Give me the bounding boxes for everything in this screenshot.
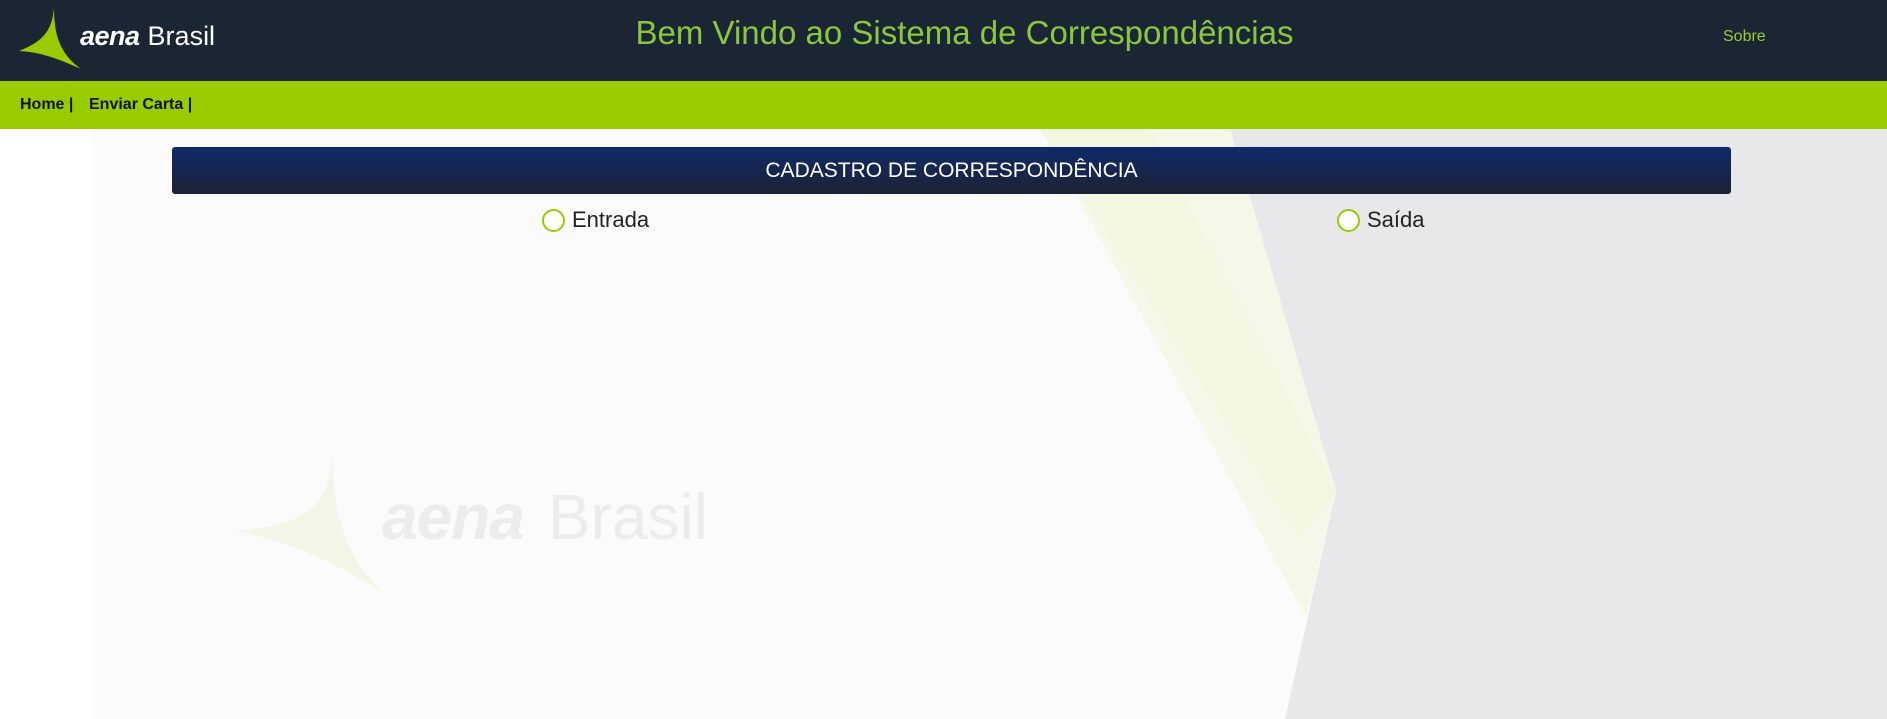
about-link[interactable]: Sobre: [1723, 28, 1766, 46]
radio-icon[interactable]: [542, 208, 565, 232]
background-decor: aena Brasil: [0, 129, 1887, 719]
page-title: Bem Vindo ao Sistema de Correspondências: [635, 14, 1294, 51]
radio-saida[interactable]: Saída: [1337, 207, 1425, 233]
top-header: aena Brasil Bem Vindo ao Sistema de Corre…: [0, 0, 1887, 81]
radio-saida-label: Saída: [1367, 207, 1425, 232]
watermark-brand: aena: [382, 481, 525, 553]
nav-item-enviar-carta[interactable]: Enviar Carta |: [89, 96, 192, 114]
background-shapes: [92, 129, 1887, 719]
nav-item-home[interactable]: Home |: [20, 96, 73, 114]
watermark-text: aena Brasil: [382, 480, 708, 554]
panel-header: CADASTRO DE CORRESPONDÊNCIA: [172, 147, 1731, 194]
radio-icon[interactable]: [1337, 208, 1360, 232]
radio-entrada-label: Entrada: [572, 207, 650, 232]
panel-title: CADASTRO DE CORRESPONDÊNCIA: [765, 158, 1138, 182]
radio-entrada[interactable]: Entrada: [542, 207, 649, 233]
nav-bar: Home | Enviar Carta |: [0, 81, 1887, 129]
watermark-region: Brasil: [547, 481, 708, 553]
